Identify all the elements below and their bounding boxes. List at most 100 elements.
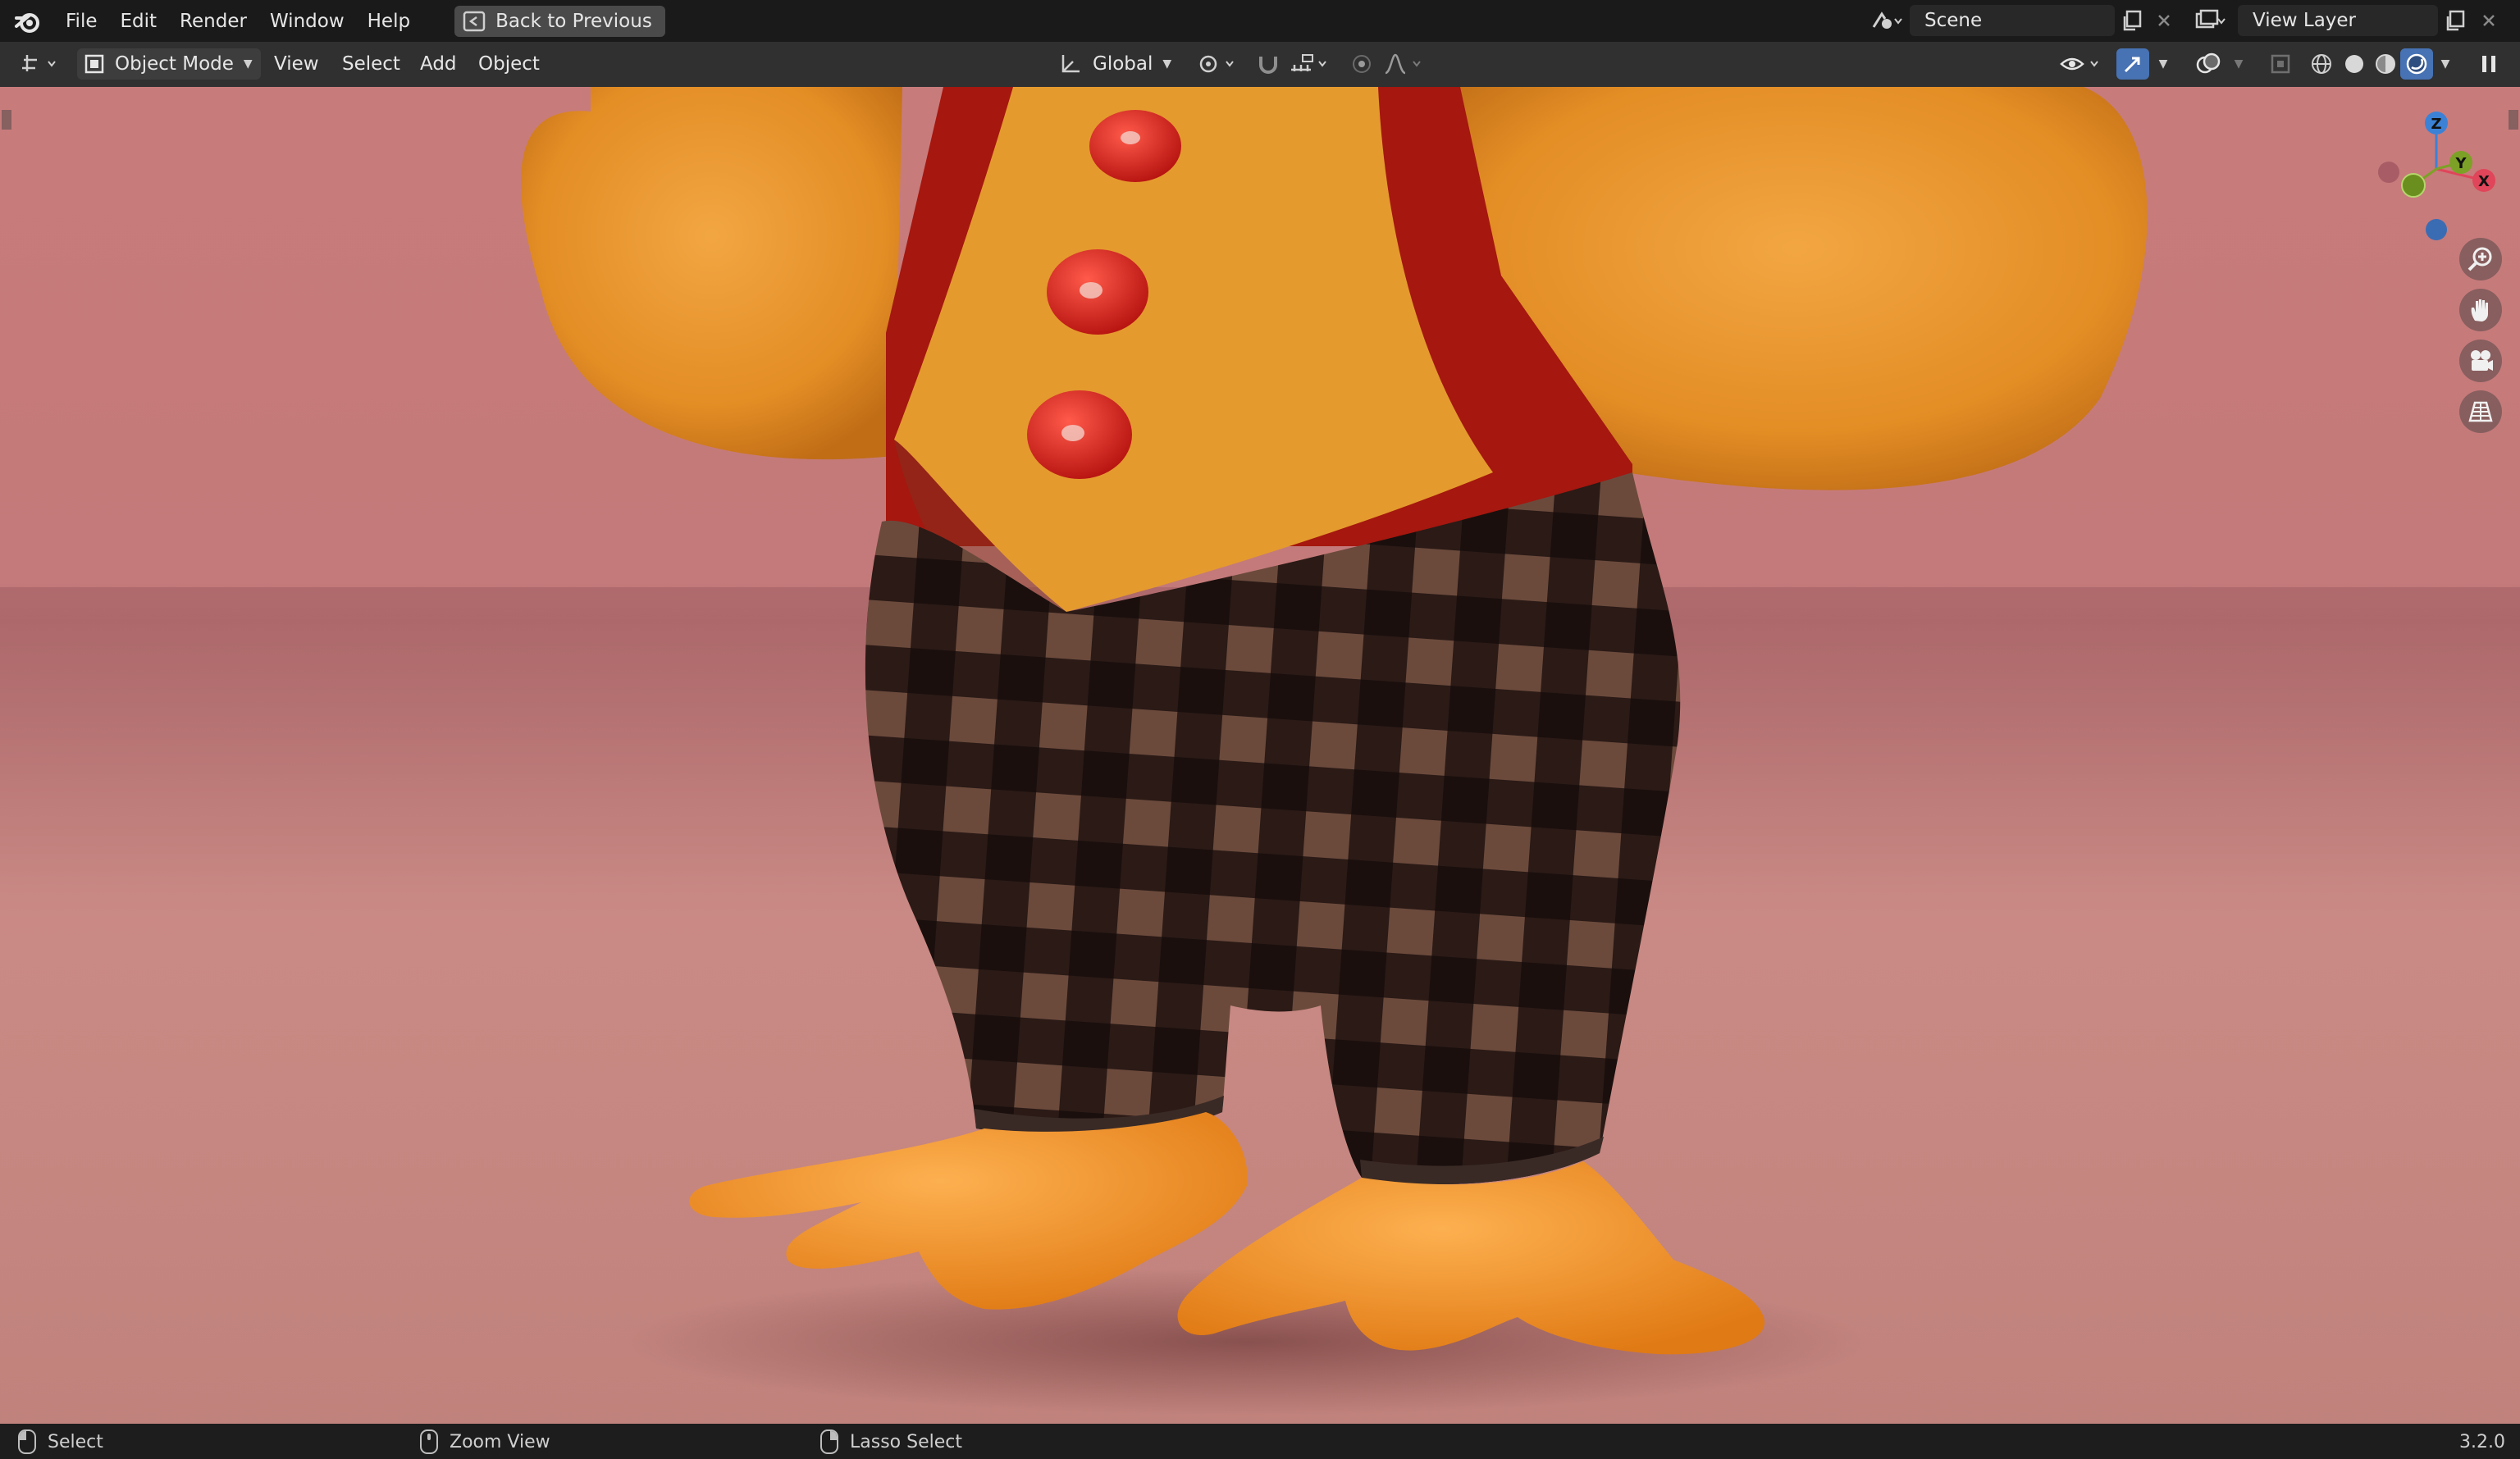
scene-name-field[interactable]: Scene (1910, 5, 2115, 36)
xray-toggle[interactable] (2264, 48, 2297, 80)
mouse-right-icon (820, 1429, 838, 1454)
mouse-middle-icon (420, 1429, 438, 1454)
delete-view-layer-button[interactable] (2471, 5, 2507, 36)
eye-icon (2060, 57, 2098, 71)
gizmo-x-label: X (2478, 173, 2490, 190)
status-left-click: Select (18, 1429, 103, 1455)
mode-label: Object Mode (115, 53, 234, 75)
header-menu-view[interactable]: View (274, 48, 319, 80)
pause-icon (2482, 56, 2495, 72)
toolbar-expand-arrow[interactable] (2, 110, 11, 130)
zoom-view-button[interactable] (2459, 238, 2502, 280)
material-sphere-icon (2376, 54, 2395, 74)
menu-edit[interactable]: Edit (109, 3, 169, 39)
menu-help[interactable]: Help (356, 3, 422, 39)
hand-icon (2471, 299, 2488, 321)
pan-view-button[interactable] (2459, 289, 2502, 331)
view-layer-name-field[interactable]: View Layer (2238, 5, 2438, 36)
transform-axes-icon (1061, 55, 1080, 73)
editor-type-dropdown[interactable] (13, 48, 66, 80)
camera-view-button[interactable] (2459, 340, 2502, 382)
magnet-snap-icon (1259, 57, 1277, 74)
orientation-label: Global (1093, 53, 1153, 75)
visibility-dropdown[interactable] (2057, 48, 2108, 80)
view-layer-browse-button[interactable] (2192, 5, 2228, 36)
rendered-sphere-icon (2406, 53, 2427, 75)
header-menu-object[interactable]: Object (478, 48, 540, 80)
status-middle-click: Zoom View (420, 1429, 550, 1455)
plaid-trousers (865, 472, 1681, 1185)
falloff-curve-icon (1385, 53, 1421, 75)
button-highlight (1121, 131, 1140, 144)
view-layer-name: View Layer (2253, 10, 2357, 31)
material-preview-shading-button[interactable] (2369, 48, 2402, 80)
grid-perspective-icon (2468, 401, 2493, 422)
blender-logo-icon[interactable] (13, 7, 43, 36)
sidebar-expand-arrow[interactable] (2509, 110, 2518, 130)
solid-shading-button[interactable] (2338, 48, 2371, 80)
status-right-click: Lasso Select (820, 1429, 962, 1455)
button-highlight (1061, 425, 1084, 441)
delete-scene-button[interactable] (2146, 5, 2182, 36)
left-arm (521, 87, 902, 460)
proportional-edit-icon (1353, 55, 1371, 73)
menu-window[interactable]: Window (258, 3, 356, 39)
pivot-point-dropdown[interactable] (1194, 48, 1242, 80)
new-view-layer-button[interactable] (2438, 5, 2474, 36)
render-preview (521, 87, 2148, 1416)
pause-render-button[interactable] (2472, 48, 2505, 80)
object-mode-icon (84, 54, 104, 74)
back-to-previous-label: Back to Previous (495, 10, 652, 32)
shading-dropdown[interactable]: ▼ (2433, 48, 2458, 80)
scene-name: Scene (1924, 10, 1983, 31)
transform-orientation-dropdown[interactable]: Global ▼ (1053, 48, 1188, 80)
top-menu-bar: File Edit Render Window Help Back to Pre… (0, 0, 2520, 42)
scene-browse-button[interactable] (1869, 5, 1905, 36)
proportional-falloff-dropdown[interactable] (1380, 48, 1431, 80)
mode-dropdown[interactable]: Object Mode ▼ (77, 48, 261, 80)
overlays-dropdown[interactable]: ▼ (2226, 48, 2251, 80)
scene-icon (1872, 11, 1902, 29)
snap-increment-icon (1291, 54, 1326, 71)
gizmo-neg-x-axis[interactable] (2378, 162, 2399, 183)
status-bar: Select Zoom View Lasso Select 3.2.0 (0, 1424, 2520, 1459)
gizmo-y-label: Y (2454, 155, 2467, 172)
close-icon (2158, 15, 2170, 26)
menu-render[interactable]: Render (168, 3, 258, 39)
vest-button (1089, 110, 1181, 182)
3d-viewport-icon (22, 55, 56, 71)
status-lasso-label: Lasso Select (850, 1431, 962, 1452)
gizmo-neg-y-axis[interactable] (2401, 173, 2426, 198)
gizmo-toggle[interactable] (2116, 48, 2149, 80)
rendered-shading-button[interactable] (2400, 48, 2433, 80)
navigation-gizmo[interactable]: Z X Y (2362, 98, 2502, 246)
view-layer-icon (2195, 9, 2226, 29)
snap-toggle[interactable] (1252, 48, 1285, 80)
wireframe-sphere-icon (2312, 54, 2331, 74)
chevron-down-icon: ▼ (2234, 57, 2244, 71)
chevron-down-icon: ▼ (1162, 57, 1172, 71)
snap-target-dropdown[interactable] (1285, 48, 1337, 80)
chevron-down-icon: ▼ (2440, 57, 2450, 71)
main-menu: File Edit Render Window Help (54, 3, 422, 39)
gizmo-dropdown[interactable]: ▼ (2151, 48, 2175, 80)
wireframe-shading-button[interactable] (2305, 48, 2338, 80)
header-menu-select[interactable]: Select (342, 48, 400, 80)
overlays-toggle[interactable] (2192, 48, 2225, 80)
gizmo-z-label: Z (2431, 116, 2441, 133)
pivot-point-icon (1199, 55, 1234, 73)
menu-file[interactable]: File (54, 3, 109, 39)
status-zoom-label: Zoom View (450, 1431, 550, 1452)
duplicate-icon (2123, 10, 2142, 31)
mouse-left-icon (18, 1429, 36, 1454)
back-to-previous-button[interactable]: Back to Previous (454, 5, 665, 37)
gizmo-neg-z-axis[interactable] (2426, 219, 2447, 240)
xray-icon (2271, 54, 2290, 74)
proportional-edit-toggle[interactable] (1345, 48, 1378, 80)
back-arrow-icon (463, 11, 486, 31)
toggle-perspective-button[interactable] (2459, 390, 2502, 433)
header-menu-add[interactable]: Add (420, 48, 457, 80)
duplicate-icon (2446, 10, 2465, 31)
magnifier-plus-icon (2468, 247, 2492, 271)
3d-viewport[interactable]: Z X Y (0, 87, 2520, 1424)
